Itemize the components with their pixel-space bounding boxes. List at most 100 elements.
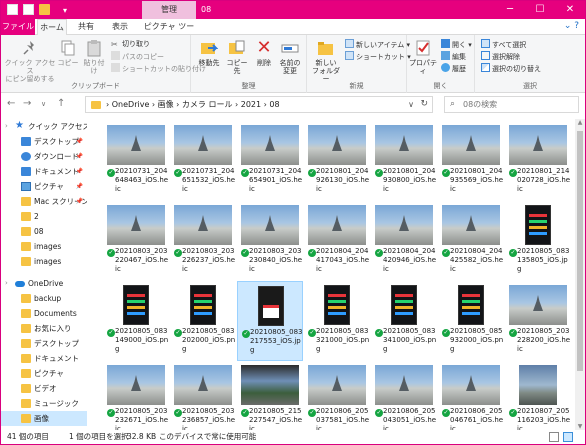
file-item[interactable]: ✓ 20210805_083341000_iOS.png [371,281,437,361]
scroll-up-icon[interactable]: ▲ [575,119,585,126]
move-to-button[interactable]: 移動先 [197,39,221,67]
nav-item[interactable]: ピクチャ [1,366,87,381]
pin-quick-access-button[interactable]: クイック アクセス にピン留めする [3,39,57,83]
invert-selection-button[interactable]: 選択の切り替え [481,63,541,75]
file-item[interactable]: ✓ 20210805_085932000_iOS.png [438,281,504,361]
easy-access-button[interactable]: ショートカット ▾ [345,51,411,63]
scroll-thumb[interactable] [577,131,583,371]
nav-item[interactable]: お気に入り [1,321,87,336]
tab-picture-tools[interactable]: ピクチャ ツール [141,19,197,47]
nav-item[interactable]: 2 [1,209,87,224]
vertical-scrollbar[interactable]: ▲ ▼ [575,119,585,430]
star-icon: ★ [15,120,24,131]
file-item[interactable]: ✓ 20210803_203230840_iOS.heic [237,201,303,281]
address-bar[interactable]: › OneDrive › 画像 › カメラ ロール › 2021 › 08 ∨ … [85,96,433,113]
file-item[interactable]: ✓ 20210801_204930800_iOS.heic [371,121,437,201]
file-item[interactable]: ✓ 20210805_203236857_iOS.heic [170,361,236,430]
paste-button[interactable]: 貼り付け [81,39,107,75]
minimize-button[interactable]: ─ [495,1,525,19]
nav-item[interactable]: ピクチャ 📌 [1,179,87,194]
select-all-button[interactable]: すべて選択 [481,39,526,51]
nav-item[interactable]: › ★ クイック アクセス [1,119,87,134]
nav-item[interactable]: ドキュメント [1,351,87,366]
nav-item[interactable]: › OneDrive [1,276,87,291]
edit-button[interactable]: 編集 [441,51,466,63]
breadcrumb[interactable]: › OneDrive › 画像 › カメラ ロール › 2021 › 08 [106,100,280,109]
file-item[interactable]: ✓ 20210803_203226237_iOS.heic [170,201,236,281]
nav-item[interactable]: images [1,254,87,269]
file-item[interactable]: ✓ 20210801_214020728_iOS.heic [505,121,571,201]
file-item[interactable]: ✓ 20210805_083217553_iOS.jpg [237,281,303,361]
documents-icon [21,167,31,176]
copy-button[interactable]: コピー [57,39,79,67]
nav-item[interactable]: ドキュメント 📌 [1,164,87,179]
quick-access-properties-icon[interactable] [23,4,34,15]
file-item[interactable]: ✓ 20210731_204648463_iOS.heic [103,121,169,201]
file-item[interactable]: ✓ 20210805_083135805_iOS.jpg [505,201,571,281]
tab-home[interactable]: ホーム [37,19,67,36]
scroll-down-icon[interactable]: ▼ [575,423,585,430]
ribbon-expand-icon[interactable]: ⌄ ? [564,21,579,31]
expand-chevron-icon[interactable]: › [5,276,8,291]
details-view-button[interactable] [549,432,559,442]
nav-item[interactable]: 画像 [1,411,87,426]
up-button[interactable]: ↑ [57,98,65,109]
file-item[interactable]: ✓ 20210806_205037581_iOS.heic [304,361,370,430]
file-item[interactable]: ✓ 20210801_204935569_iOS.heic [438,121,504,201]
file-item[interactable]: ✓ 20210807_205116203_iOS.heic [505,361,571,430]
expand-chevron-icon[interactable]: › [5,119,8,134]
copy-to-button[interactable]: コピー先 [225,39,249,75]
file-item[interactable]: ✓ 20210804_204420946_iOS.heic [371,201,437,281]
nav-item[interactable]: Mac スクリーン 📌 [1,194,87,209]
nav-item[interactable]: Documents [1,306,87,321]
select-none-button[interactable]: 選択解除 [481,51,520,63]
qat-customize-icon[interactable]: ▾ [63,6,67,15]
refresh-icon[interactable]: ↻ [420,97,428,112]
file-item[interactable]: ✓ 20210804_204417043_iOS.heic [304,201,370,281]
back-button[interactable]: ← [7,98,15,109]
properties-button[interactable]: プロパティ [409,39,437,75]
delete-button[interactable]: ✕ 削除 [255,39,273,68]
rename-button[interactable]: 名前の 変更 [277,39,303,75]
recent-locations-button[interactable]: ∨ [41,100,46,108]
file-item[interactable]: ✓ 20210805_215227547_iOS.heic [237,361,303,430]
quick-access-doc-icon[interactable] [7,4,18,15]
close-button[interactable]: ✕ [555,1,585,19]
new-folder-button[interactable]: 新しい フォルダー [311,39,341,83]
file-item[interactable]: ✓ 20210731_204651532_iOS.heic [170,121,236,201]
large-icons-view-button[interactable] [563,432,573,442]
file-item[interactable]: ✓ 20210805_083149000_iOS.png [103,281,169,361]
maximize-button[interactable]: ☐ [525,1,555,19]
nav-item[interactable]: デスクトップ [1,336,87,351]
new-item-button[interactable]: 新しいアイテム ▾ [345,39,410,51]
address-dropdown-icon[interactable]: ∨ [408,97,414,112]
file-item[interactable]: ✓ 20210806_205046761_iOS.heic [438,361,504,430]
nav-item[interactable]: images [1,239,87,254]
tab-view[interactable]: 表示 [105,19,135,35]
file-item[interactable]: ✓ 20210804_204425582_iOS.heic [438,201,504,281]
file-item[interactable]: ✓ 20210801_204926130_iOS.heic [304,121,370,201]
file-item[interactable]: ✓ 20210803_203220467_iOS.heic [103,201,169,281]
file-item[interactable]: ✓ 20210806_205043051_iOS.heic [371,361,437,430]
nav-item[interactable]: ミュージック [1,396,87,411]
copy-path-button[interactable]: パスのコピー [111,51,164,63]
cut-button[interactable]: ✂ 切り取り [111,39,150,50]
quick-access-newfolder-icon[interactable] [39,4,50,15]
nav-item[interactable]: ダウンロード 📌 [1,149,87,164]
file-item[interactable]: ✓ 20210805_203232671_iOS.heic [103,361,169,430]
open-button[interactable]: 開く ▾ [441,39,472,51]
file-item[interactable]: ✓ 20210805_203228200_iOS.heic [505,281,571,361]
file-item[interactable]: ✓ 20210805_083202000_iOS.png [170,281,236,361]
file-item[interactable]: ✓ 20210731_204654901_iOS.heic [237,121,303,201]
forward-button[interactable]: → [23,98,31,109]
nav-item[interactable]: ビデオ [1,381,87,396]
history-button[interactable]: 履歴 [441,63,466,75]
search-input[interactable]: ⌕ 08の検索 [444,96,579,113]
nav-item[interactable]: 08 [1,224,87,239]
nav-item[interactable]: backup [1,291,87,306]
tab-share[interactable]: 共有 [71,19,101,35]
nav-item[interactable]: デスクトップ 📌 [1,134,87,149]
tab-file[interactable]: ファイル [1,19,35,35]
file-item[interactable]: ✓ 20210805_083321000_iOS.png [304,281,370,361]
sync-status-icon: ✓ [308,249,316,257]
